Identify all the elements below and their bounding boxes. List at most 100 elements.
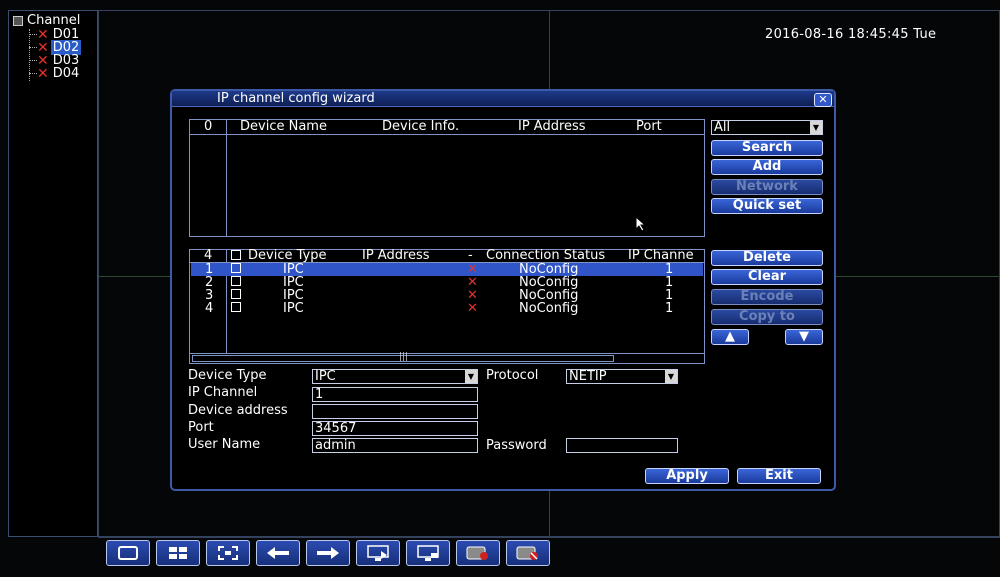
single-view-icon bbox=[118, 545, 138, 560]
row-number: 4 bbox=[205, 301, 214, 316]
record-stop-button[interactable] bbox=[506, 539, 550, 566]
device-type-value: IPC bbox=[315, 369, 336, 384]
dialog-titlebar[interactable]: IP channel config wizard ✕ bbox=[172, 91, 834, 107]
search-count: 0 bbox=[204, 119, 213, 134]
playback-icon bbox=[367, 544, 389, 561]
added-count: 4 bbox=[204, 248, 213, 263]
added-devices-list[interactable]: 4 Device Type IP Address - Connection St… bbox=[189, 248, 705, 364]
col-device-info[interactable]: Device Info. bbox=[382, 119, 459, 134]
disconnected-x-icon: ✕ bbox=[37, 26, 49, 43]
row-checkbox[interactable] bbox=[231, 289, 241, 299]
row-checkbox[interactable] bbox=[231, 276, 241, 286]
search-results-list[interactable]: 0 Device Name Device Info. IP Address Po… bbox=[189, 119, 705, 237]
camera-icon bbox=[13, 15, 23, 26]
close-button[interactable]: ✕ bbox=[814, 93, 832, 107]
row-channel: 1 bbox=[665, 301, 674, 316]
next-icon bbox=[317, 546, 339, 559]
ip-channel-label: IP Channel bbox=[188, 385, 258, 400]
previous-icon bbox=[267, 546, 289, 559]
password-field[interactable] bbox=[566, 438, 678, 453]
copy-to-button[interactable]: Copy to bbox=[711, 309, 823, 325]
date-time-display: 2016-08-16 18:45:45 Tue bbox=[765, 27, 937, 42]
col-ip-address[interactable]: IP Address bbox=[362, 248, 430, 263]
apply-button[interactable]: Apply bbox=[645, 468, 729, 484]
record-icon bbox=[466, 546, 488, 560]
table-row[interactable]: 2 IPC ✕ NoConfig 1 bbox=[191, 276, 703, 289]
filter-select[interactable]: All ▼ bbox=[711, 120, 823, 135]
select-all-checkbox[interactable] bbox=[231, 250, 241, 260]
channel-tree-root[interactable]: Channel bbox=[13, 13, 80, 28]
single-view-button[interactable] bbox=[106, 539, 150, 566]
chevron-down-icon: ▼ bbox=[810, 121, 822, 134]
col-ip-address[interactable]: IP Address bbox=[518, 119, 586, 134]
exit-button[interactable]: Exit bbox=[737, 468, 821, 484]
protocol-value: NETIP bbox=[569, 369, 607, 384]
filter-select-value: All bbox=[714, 120, 731, 135]
fullscreen-button[interactable] bbox=[206, 539, 250, 566]
user-name-field[interactable]: admin bbox=[312, 438, 478, 453]
tree-item-label: D04 bbox=[52, 66, 80, 81]
password-label: Password bbox=[486, 438, 547, 453]
bottom-toolbar bbox=[98, 537, 1000, 567]
next-button[interactable] bbox=[306, 539, 350, 566]
scrollbar-thumb[interactable]: ||| bbox=[192, 352, 614, 362]
device-type-select[interactable]: IPC ▼ bbox=[312, 369, 478, 384]
table-row[interactable]: 1 IPC ✕ NoConfig 1 bbox=[191, 263, 703, 276]
quick-set-button[interactable]: Quick set bbox=[711, 198, 823, 214]
col-device-name[interactable]: Device Name bbox=[240, 119, 327, 134]
disconnected-x-icon: ✕ bbox=[37, 65, 49, 82]
col-port[interactable]: Port bbox=[636, 119, 662, 134]
clear-button[interactable]: Clear bbox=[711, 269, 823, 285]
col-status-indicator[interactable]: - bbox=[468, 248, 473, 263]
row-device-type: IPC bbox=[283, 301, 304, 316]
chevron-down-icon: ▼ bbox=[665, 370, 677, 383]
ip-channel-config-dialog: IP channel config wizard ✕ 0 Device Name… bbox=[170, 89, 836, 491]
disconnected-x-icon: ✕ bbox=[37, 39, 49, 56]
playback-button[interactable] bbox=[356, 539, 400, 566]
move-down-button[interactable]: ▼ bbox=[785, 329, 823, 345]
channel-tree-root-label: Channel bbox=[27, 13, 81, 28]
monitor-icon bbox=[417, 544, 439, 561]
user-name-label: User Name bbox=[188, 437, 261, 452]
move-up-button[interactable]: ▲ bbox=[711, 329, 749, 345]
delete-button[interactable]: Delete bbox=[711, 250, 823, 266]
row-checkbox[interactable] bbox=[231, 302, 241, 312]
network-button[interactable]: Network bbox=[711, 179, 823, 195]
port-label: Port bbox=[188, 420, 214, 435]
port-field[interactable]: 34567 bbox=[312, 421, 478, 436]
encode-button[interactable]: Encode bbox=[711, 289, 823, 305]
monitor-button[interactable] bbox=[406, 539, 450, 566]
device-address-field[interactable] bbox=[312, 404, 478, 419]
tree-item-d04[interactable]: ✕ D04 bbox=[29, 65, 81, 82]
quad-view-button[interactable] bbox=[156, 539, 200, 566]
dialog-title: IP channel config wizard bbox=[217, 91, 375, 106]
record-button[interactable] bbox=[456, 539, 500, 566]
arrow-up-icon: ▲ bbox=[725, 329, 735, 344]
channel-tree: Channel ✕ D01 ✕ D02 ✕ D03 ✕ D04 bbox=[8, 10, 98, 537]
col-connection-status[interactable]: Connection Status bbox=[486, 248, 605, 263]
ip-channel-field[interactable]: 1 bbox=[312, 387, 478, 402]
header-separator bbox=[190, 134, 704, 135]
close-icon: ✕ bbox=[818, 93, 828, 106]
quad-view-icon bbox=[169, 546, 187, 559]
col-device-type[interactable]: Device Type bbox=[248, 248, 326, 263]
chevron-down-icon: ▼ bbox=[465, 370, 477, 383]
device-address-label: Device address bbox=[188, 403, 288, 418]
arrow-down-icon: ▼ bbox=[799, 329, 809, 344]
mouse-cursor-icon bbox=[635, 216, 647, 232]
add-button[interactable]: Add bbox=[711, 159, 823, 175]
fullscreen-icon bbox=[218, 545, 238, 560]
disconnected-x-icon: ✕ bbox=[467, 301, 478, 316]
device-type-label: Device Type bbox=[188, 368, 267, 383]
row-status: NoConfig bbox=[519, 301, 579, 316]
record-stop-icon bbox=[516, 546, 538, 560]
search-button[interactable]: Search bbox=[711, 140, 823, 156]
col-ip-channel[interactable]: IP Channe bbox=[628, 248, 704, 263]
protocol-select[interactable]: NETIP ▼ bbox=[566, 369, 678, 384]
horizontal-scrollbar[interactable]: ||| bbox=[190, 352, 704, 363]
disconnected-x-icon: ✕ bbox=[37, 52, 49, 69]
table-row[interactable]: 4 IPC ✕ NoConfig 1 bbox=[191, 302, 703, 315]
table-row[interactable]: 3 IPC ✕ NoConfig 1 bbox=[191, 289, 703, 302]
previous-button[interactable] bbox=[256, 539, 300, 566]
row-checkbox[interactable] bbox=[231, 263, 241, 273]
